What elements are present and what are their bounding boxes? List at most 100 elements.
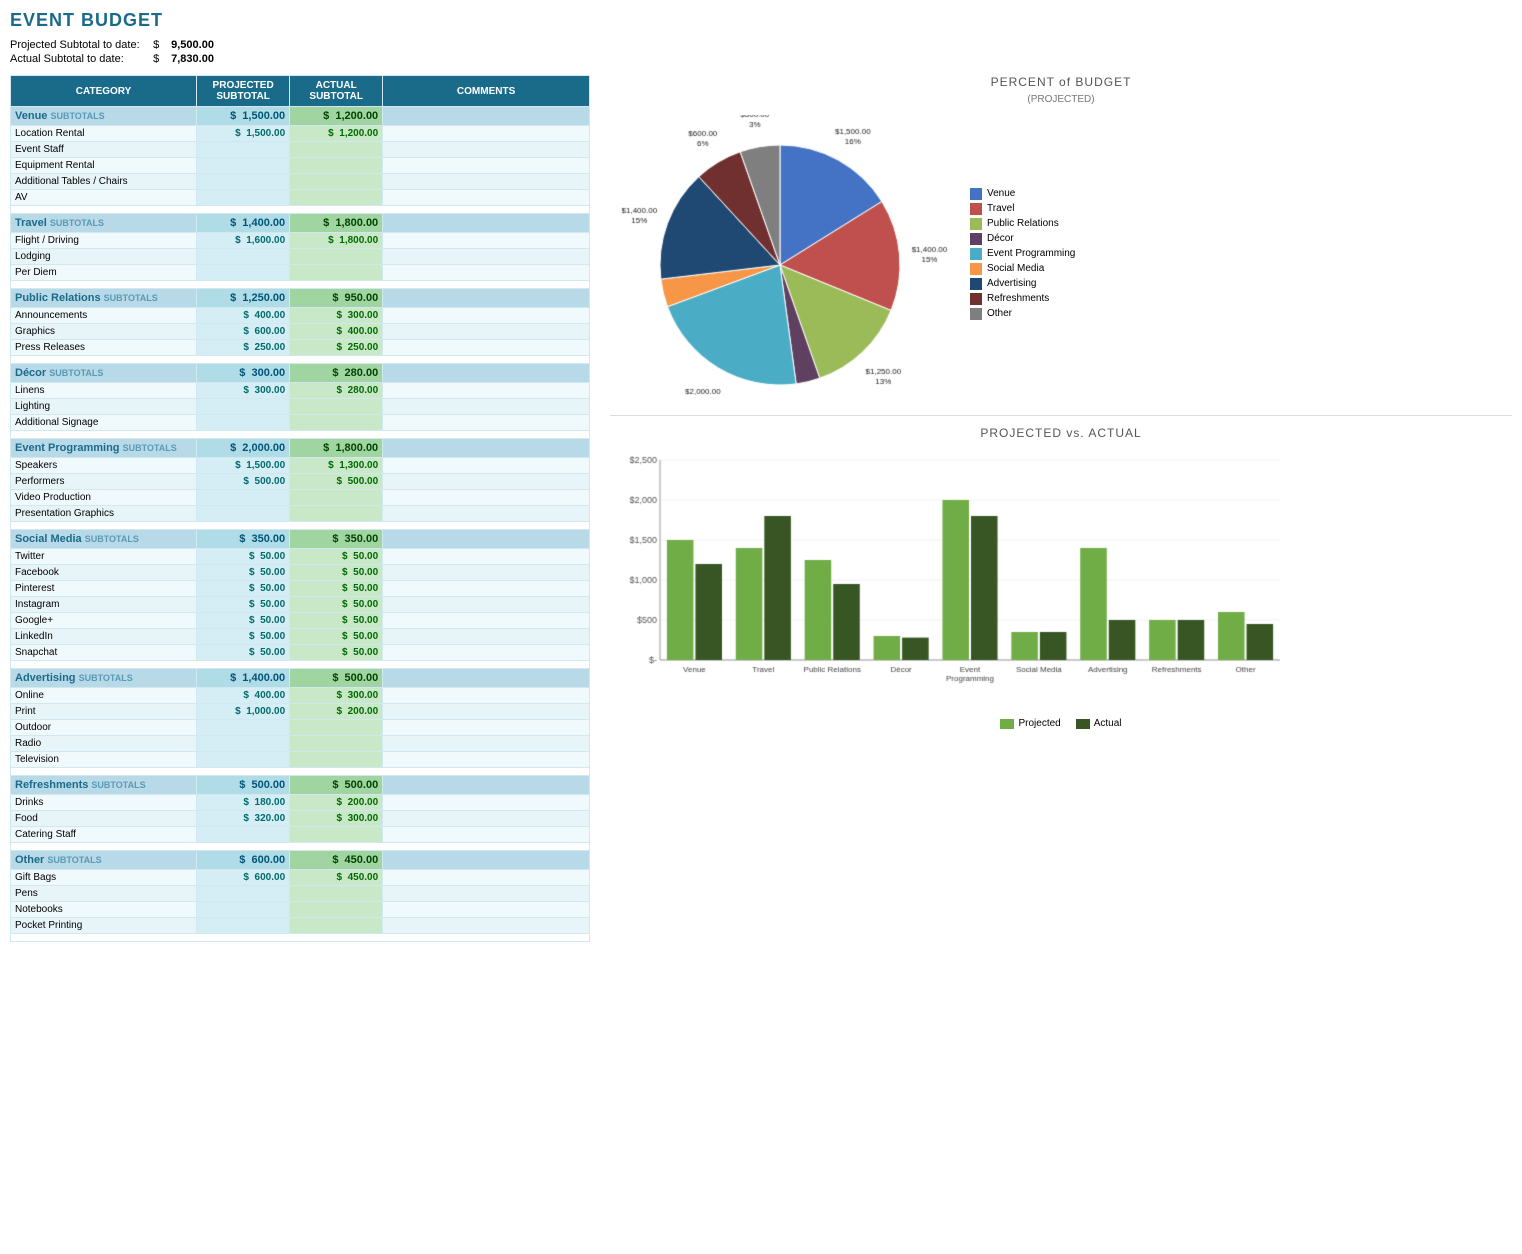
item-name: Outdoor	[11, 720, 197, 736]
item-comments	[383, 902, 590, 918]
budget-data-table: CATEGORY PROJECTEDSUBTOTAL ACTUALSUBTOTA…	[10, 75, 590, 942]
bar-legend-projected: Projected	[1000, 718, 1060, 729]
category-name: Refreshments SUBTOTALS	[11, 776, 197, 795]
legend-label: Venue	[987, 188, 1015, 199]
category-row: Other SUBTOTALS $ 600.00 $ 450.00	[11, 851, 590, 870]
item-comments	[383, 870, 590, 886]
item-actual	[290, 827, 383, 843]
table-row: Equipment Rental	[11, 158, 590, 174]
item-projected: $ 250.00	[197, 340, 290, 356]
item-actual: $ 50.00	[290, 581, 383, 597]
table-row: Instagram $ 50.00 $ 50.00	[11, 597, 590, 613]
category-name: Event Programming SUBTOTALS	[11, 439, 197, 458]
item-name: Equipment Rental	[11, 158, 197, 174]
item-actual	[290, 265, 383, 281]
category-name: Other SUBTOTALS	[11, 851, 197, 870]
item-projected	[197, 506, 290, 522]
item-comments	[383, 383, 590, 399]
category-actual: $ 280.00	[290, 364, 383, 383]
item-projected	[197, 415, 290, 431]
item-actual	[290, 399, 383, 415]
item-projected	[197, 752, 290, 768]
item-name: Snapchat	[11, 645, 197, 661]
item-actual	[290, 142, 383, 158]
charts-area: PERCENT of BUDGET (PROJECTED) VenueTrave…	[610, 75, 1512, 942]
table-row: LinkedIn $ 50.00 $ 50.00	[11, 629, 590, 645]
bar-chart-title: PROJECTED vs. ACTUAL	[610, 426, 1512, 440]
item-projected: $ 50.00	[197, 565, 290, 581]
legend-item: Event Programming	[970, 248, 1075, 260]
category-name: Advertising SUBTOTALS	[11, 669, 197, 688]
item-name: Press Releases	[11, 340, 197, 356]
item-projected	[197, 902, 290, 918]
legend-label: Refreshments	[987, 293, 1049, 304]
category-comments	[383, 669, 590, 688]
table-row: Lodging	[11, 249, 590, 265]
category-comments	[383, 364, 590, 383]
item-actual: $ 50.00	[290, 613, 383, 629]
table-row: Location Rental $ 1,500.00 $ 1,200.00	[11, 126, 590, 142]
table-row: Announcements $ 400.00 $ 300.00	[11, 308, 590, 324]
item-name: Facebook	[11, 565, 197, 581]
spacer-row	[11, 431, 590, 439]
item-actual: $ 300.00	[290, 308, 383, 324]
item-comments	[383, 795, 590, 811]
item-actual	[290, 886, 383, 902]
category-projected: $ 1,400.00	[197, 669, 290, 688]
item-name: Video Production	[11, 490, 197, 506]
table-row: Video Production	[11, 490, 590, 506]
category-actual: $ 450.00	[290, 851, 383, 870]
item-projected	[197, 190, 290, 206]
spacer-row	[11, 768, 590, 776]
item-actual	[290, 415, 383, 431]
item-comments	[383, 720, 590, 736]
category-name: Travel SUBTOTALS	[11, 214, 197, 233]
item-actual	[290, 752, 383, 768]
bar-section: PROJECTED vs. ACTUAL Projected Actual	[610, 415, 1512, 729]
item-actual: $ 280.00	[290, 383, 383, 399]
item-comments	[383, 158, 590, 174]
item-actual	[290, 158, 383, 174]
legend-label: Public Relations	[987, 218, 1059, 229]
projected-value: 9,500.00	[171, 39, 214, 51]
item-name: Television	[11, 752, 197, 768]
item-name: Linens	[11, 383, 197, 399]
item-comments	[383, 736, 590, 752]
item-name: Online	[11, 688, 197, 704]
legend-item: Décor	[970, 233, 1075, 245]
table-row: Catering Staff	[11, 827, 590, 843]
item-comments	[383, 340, 590, 356]
item-name: LinkedIn	[11, 629, 197, 645]
legend-item: Social Media	[970, 263, 1075, 275]
item-name: Speakers	[11, 458, 197, 474]
legend-color	[970, 278, 982, 290]
item-actual	[290, 190, 383, 206]
legend-label: Social Media	[987, 263, 1044, 274]
category-projected: $ 1,500.00	[197, 107, 290, 126]
item-projected	[197, 399, 290, 415]
item-projected: $ 1,500.00	[197, 126, 290, 142]
pie-chart-subtitle: (PROJECTED)	[610, 94, 1512, 105]
category-row: Social Media SUBTOTALS $ 350.00 $ 350.00	[11, 530, 590, 549]
item-actual: $ 1,300.00	[290, 458, 383, 474]
item-comments	[383, 918, 590, 934]
item-actual: $ 200.00	[290, 704, 383, 720]
item-actual	[290, 736, 383, 752]
item-comments	[383, 886, 590, 902]
item-actual	[290, 490, 383, 506]
category-row: Advertising SUBTOTALS $ 1,400.00 $ 500.0…	[11, 669, 590, 688]
item-actual	[290, 174, 383, 190]
table-row: Online $ 400.00 $ 300.00	[11, 688, 590, 704]
legend-color	[970, 218, 982, 230]
category-projected: $ 2,000.00	[197, 439, 290, 458]
item-name: Additional Tables / Chairs	[11, 174, 197, 190]
item-name: Pinterest	[11, 581, 197, 597]
item-projected	[197, 918, 290, 934]
category-name: Social Media SUBTOTALS	[11, 530, 197, 549]
item-comments	[383, 490, 590, 506]
table-row: Gift Bags $ 600.00 $ 450.00	[11, 870, 590, 886]
item-projected: $ 320.00	[197, 811, 290, 827]
legend-item: Travel	[970, 203, 1075, 215]
category-name: Venue SUBTOTALS	[11, 107, 197, 126]
legend-label: Other	[987, 308, 1012, 319]
